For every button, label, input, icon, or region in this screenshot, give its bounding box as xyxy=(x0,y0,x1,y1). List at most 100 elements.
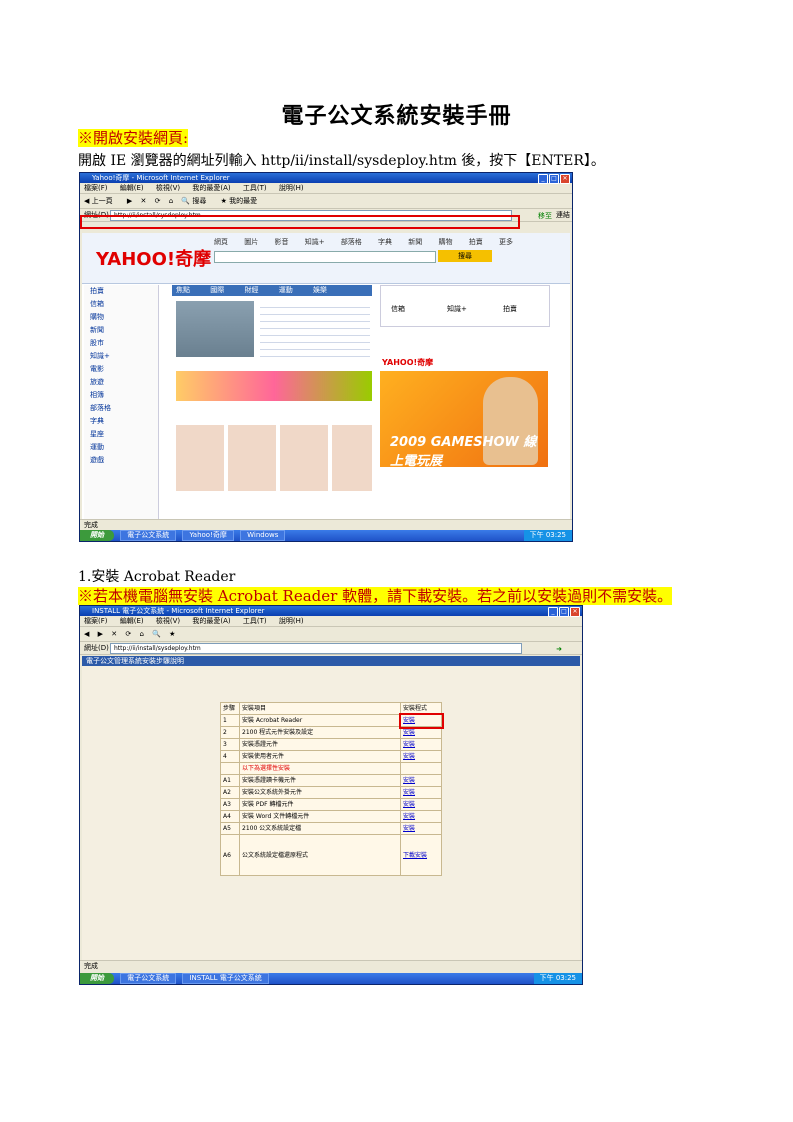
taskbar-task[interactable]: Windows xyxy=(240,530,286,541)
sidebar-item[interactable]: 字典 xyxy=(84,415,158,428)
sidebar-item[interactable]: 遊戲 xyxy=(84,454,158,467)
go-icon[interactable]: ➜ xyxy=(556,643,562,655)
address-input[interactable]: http://ii/install/sysdeploy.htm xyxy=(110,643,522,654)
tab-more[interactable]: 更多 xyxy=(499,238,513,246)
tab-web[interactable]: 網頁 xyxy=(214,238,228,246)
news-tab[interactable]: 焦點 xyxy=(176,286,190,294)
forward-button[interactable]: ▶ xyxy=(127,197,132,205)
taskbar-task[interactable]: 電子公文系統 xyxy=(120,530,177,541)
back-icon[interactable]: ◀ xyxy=(84,630,89,638)
menu-favorites[interactable]: 我的最愛(A) xyxy=(192,184,230,192)
home-icon[interactable]: ⌂ xyxy=(169,197,173,205)
tab-images[interactable]: 圖片 xyxy=(244,238,258,246)
home-icon[interactable]: ⌂ xyxy=(139,630,143,638)
search-button[interactable]: 🔍 搜尋 xyxy=(181,197,212,205)
gameshow-ad[interactable]: 2009 GAMESHOW 線上電玩展 xyxy=(380,371,548,469)
tab-answers[interactable]: 知識+ xyxy=(305,238,325,246)
minimize-icon[interactable]: _ xyxy=(538,174,548,184)
menu-edit[interactable]: 編輯(E) xyxy=(120,617,144,625)
menu-help[interactable]: 說明(H) xyxy=(279,617,304,625)
menu-file[interactable]: 檔案(F) xyxy=(84,184,108,192)
install-link[interactable]: 安裝 xyxy=(400,738,442,751)
answers-link[interactable]: 知識+ xyxy=(447,304,467,314)
back-button[interactable]: ◀ 上一頁 xyxy=(84,197,119,205)
sidebar-item[interactable]: 新聞 xyxy=(84,324,158,337)
stop-icon[interactable]: ✕ xyxy=(111,630,117,638)
links-label[interactable]: 連結 xyxy=(556,209,570,221)
refresh-icon[interactable]: ⟳ xyxy=(125,630,131,638)
sidebar-item[interactable]: 購物 xyxy=(84,311,158,324)
maximize-icon[interactable]: □ xyxy=(559,607,569,617)
tab-news[interactable]: 新聞 xyxy=(408,238,422,246)
menu-help[interactable]: 說明(H) xyxy=(279,184,304,192)
status-bar: 完成 xyxy=(80,519,572,530)
status-bar: 完成 xyxy=(80,960,582,971)
sidebar-item[interactable]: 股市 xyxy=(84,337,158,350)
table-row: 4 安裝使用者元件 安裝 xyxy=(220,750,442,763)
install-link[interactable]: 安裝 xyxy=(400,774,442,787)
tab-dict[interactable]: 字典 xyxy=(378,238,392,246)
close-icon[interactable]: ✕ xyxy=(570,607,580,617)
row-step: A2 xyxy=(220,786,240,799)
row-step: 2 xyxy=(220,726,240,739)
news-tab[interactable]: 國際 xyxy=(210,286,224,294)
news-headlines[interactable] xyxy=(260,301,370,357)
minimize-icon[interactable]: _ xyxy=(548,607,558,617)
menu-tools[interactable]: 工具(T) xyxy=(243,617,267,625)
install-link[interactable]: 安裝 xyxy=(400,810,442,823)
install-acrobat-link[interactable]: 安裝 xyxy=(398,712,444,729)
sidebar-item[interactable]: 運動 xyxy=(84,441,158,454)
tab-auction[interactable]: 拍賣 xyxy=(469,238,483,246)
install-link[interactable]: 安裝 xyxy=(400,726,442,739)
install-link[interactable]: 安裝 xyxy=(400,798,442,811)
yahoo-search-input[interactable] xyxy=(214,251,436,263)
header-action: 安裝程式 xyxy=(400,702,442,715)
table-row: A6 公文系統設定檔還原程式 下載安裝 xyxy=(220,834,442,876)
stop-icon[interactable]: ✕ xyxy=(140,197,146,205)
shopping-grid[interactable] xyxy=(176,425,372,491)
start-button[interactable]: 開始 xyxy=(80,973,114,984)
install-link[interactable]: 安裝 xyxy=(400,822,442,835)
download-install-link[interactable]: 下載安裝 xyxy=(400,834,442,876)
sidebar-item[interactable]: 拍賣 xyxy=(84,285,158,298)
refresh-icon[interactable]: ⟳ xyxy=(155,197,161,205)
yahoo-logo[interactable]: YAHOO!奇摩 xyxy=(96,245,211,271)
taskbar-task[interactable]: INSTALL 電子公文系統 xyxy=(182,973,269,984)
sidebar-item[interactable]: 部落格 xyxy=(84,402,158,415)
menu-favorites[interactable]: 我的最愛(A) xyxy=(192,617,230,625)
menu-view[interactable]: 檢視(V) xyxy=(156,617,180,625)
tab-video[interactable]: 影音 xyxy=(274,238,288,246)
auction-link[interactable]: 拍賣 xyxy=(503,304,517,314)
tab-shopping[interactable]: 購物 xyxy=(439,238,453,246)
maximize-icon[interactable]: □ xyxy=(549,174,559,184)
sidebar-item[interactable]: 星座 xyxy=(84,428,158,441)
yahoo-search-button[interactable]: 搜尋 xyxy=(438,250,492,262)
go-button[interactable]: 移至 xyxy=(538,210,552,222)
taskbar-task[interactable]: Yahoo!奇摩 xyxy=(182,530,234,541)
menu-edit[interactable]: 編輯(E) xyxy=(120,184,144,192)
taskbar-task[interactable]: 電子公文系統 xyxy=(120,973,177,984)
install-link[interactable]: 安裝 xyxy=(400,786,442,799)
favorites-icon[interactable]: ★ xyxy=(169,630,175,638)
install-link[interactable]: 安裝 xyxy=(400,750,442,763)
close-icon[interactable]: ✕ xyxy=(560,174,570,184)
tab-blog[interactable]: 部落格 xyxy=(341,238,362,246)
sidebar-item[interactable]: 信箱 xyxy=(84,298,158,311)
favorites-button[interactable]: ★ 我的最愛 xyxy=(221,197,264,205)
sidebar-item[interactable]: 知識+ xyxy=(84,350,158,363)
news-tab[interactable]: 運動 xyxy=(279,286,293,294)
start-button[interactable]: 開始 xyxy=(80,530,114,541)
news-tab[interactable]: 娛樂 xyxy=(313,286,327,294)
menu-file[interactable]: 檔案(F) xyxy=(84,617,108,625)
menu-view[interactable]: 檢視(V) xyxy=(156,184,180,192)
forward-icon[interactable]: ▶ xyxy=(98,630,103,638)
news-photo[interactable] xyxy=(176,301,254,357)
sidebar-item[interactable]: 相簿 xyxy=(84,389,158,402)
sidebar-item[interactable]: 電影 xyxy=(84,363,158,376)
search-icon[interactable]: 🔍 xyxy=(152,630,161,638)
menu-tools[interactable]: 工具(T) xyxy=(243,184,267,192)
mail-link[interactable]: 信箱 xyxy=(391,304,405,314)
sidebar-item[interactable]: 旅遊 xyxy=(84,376,158,389)
news-tab[interactable]: 財經 xyxy=(244,286,258,294)
promo-banner[interactable] xyxy=(176,371,372,401)
